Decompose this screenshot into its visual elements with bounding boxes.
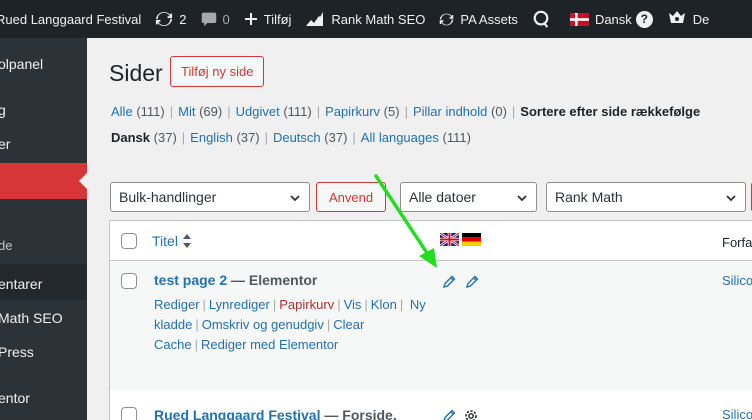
rankmath-icon bbox=[306, 12, 324, 26]
sidebar-item-comments[interactable]: entarer bbox=[0, 276, 87, 296]
avatar bbox=[668, 11, 685, 23]
action-trash[interactable]: Papirkurv bbox=[279, 297, 334, 312]
german-flag-icon bbox=[462, 233, 481, 246]
new-content-link[interactable]: Tilføj bbox=[237, 0, 299, 38]
filter-published[interactable]: Udgivet bbox=[236, 104, 280, 119]
lang-filter-danish[interactable]: Dansk bbox=[111, 130, 150, 145]
admin-bar: Rued Langgaard Festival 2 0 Tilføj Rank … bbox=[0, 0, 752, 38]
row-checkbox[interactable] bbox=[121, 273, 137, 289]
comments-link[interactable]: 0 bbox=[194, 0, 237, 38]
pencil-icon[interactable] bbox=[442, 409, 456, 420]
row-title-link[interactable]: Rued Langgaard Festival bbox=[154, 407, 320, 420]
sidebar-item-dashboard[interactable]: olpanel bbox=[0, 56, 87, 76]
pencil-icon[interactable] bbox=[442, 275, 456, 289]
plus-icon bbox=[244, 13, 257, 25]
row-actions: Rediger | Lynrediger | Papirkurv | Vis | Klon | N… bbox=[154, 297, 426, 352]
query-monitor-link[interactable] bbox=[525, 0, 563, 38]
site-name-link[interactable]: Rued Langgaard Festival bbox=[0, 0, 148, 38]
row-title: Rued Langgaard Festival — Forside, bbox=[154, 407, 397, 420]
sidebar-item-sub[interactable]: de bbox=[0, 238, 87, 258]
chevron-down-icon bbox=[517, 195, 527, 202]
sidebar-item-pages[interactable] bbox=[0, 163, 87, 199]
author-column-header[interactable]: Forfa bbox=[722, 235, 752, 250]
refresh-icon bbox=[440, 13, 454, 25]
title-column-header[interactable]: Titel bbox=[152, 233, 192, 249]
updates-count: 2 bbox=[179, 11, 187, 27]
site-name-label: Rued Langgaard Festival bbox=[0, 11, 142, 27]
sidebar-item-wpress[interactable]: Press bbox=[0, 344, 87, 364]
status-filters: Alle (111) | Mit (69) | Udgivet (111) | Papirk… bbox=[111, 104, 701, 119]
filter-mine[interactable]: Mit bbox=[178, 104, 195, 119]
filter-pillar[interactable]: Pillar indhold bbox=[413, 104, 487, 119]
filter-all[interactable]: Alle bbox=[111, 104, 133, 119]
lang-filter-german[interactable]: Deutsch bbox=[273, 130, 321, 145]
row-title: test page 2 — Elementor bbox=[154, 272, 317, 288]
sidebar-item-media[interactable]: er bbox=[0, 136, 87, 156]
row-post-state: — Elementor bbox=[231, 272, 318, 288]
rankmath-filter-select[interactable]: Rank Math bbox=[546, 182, 746, 212]
user-label: De bbox=[692, 11, 710, 27]
action-edit[interactable]: Rediger bbox=[154, 297, 200, 312]
admin-sidebar: olpanel g er de entarer Math SEO Press e… bbox=[0, 38, 87, 420]
table-header: Titel Forfa bbox=[110, 221, 752, 261]
add-new-page-button[interactable]: Tilføj ny side bbox=[170, 56, 265, 87]
updates-link[interactable]: 2 bbox=[148, 0, 193, 38]
danish-flag-icon bbox=[569, 12, 589, 26]
row-author-link[interactable]: Silico bbox=[722, 407, 752, 420]
new-content-label: Tilføj bbox=[263, 11, 292, 27]
page-title: Sider bbox=[109, 60, 163, 86]
language-switcher[interactable]: Dansk ? bbox=[563, 0, 660, 38]
chevron-down-icon bbox=[290, 195, 300, 202]
row-post-state: — Forside, bbox=[324, 407, 397, 420]
comments-count: 0 bbox=[222, 11, 230, 27]
sidebar-item-elementor[interactable]: entor bbox=[0, 390, 87, 410]
filter-trash[interactable]: Papirkurv bbox=[325, 104, 380, 119]
help-icon[interactable]: ? bbox=[635, 10, 653, 28]
language-filters: Dansk (37) | English (37) | Deutsch (37) | All… bbox=[111, 130, 471, 145]
sort-icon bbox=[182, 234, 191, 248]
dates-select[interactable]: Alle datoer bbox=[400, 182, 537, 212]
pa-assets-link[interactable]: PA Assets bbox=[432, 0, 525, 38]
table-row: Rued Langgaard Festival — Forside, Silic… bbox=[110, 390, 752, 420]
row-title-link[interactable]: test page 2 bbox=[154, 272, 227, 288]
gear-icon[interactable] bbox=[463, 408, 479, 420]
user-menu[interactable]: De bbox=[660, 0, 717, 38]
table-row: test page 2 — Elementor Rediger | Lynredig… bbox=[110, 262, 752, 390]
rankmath-label: Rank Math SEO bbox=[331, 11, 426, 27]
rankmath-link[interactable]: Rank Math SEO bbox=[298, 0, 432, 38]
main-content: Sider Tilføj ny side Alle (111) | Mit (69)… bbox=[87, 38, 752, 420]
pa-assets-label: PA Assets bbox=[460, 11, 518, 27]
filter-sort-order[interactable]: Sortere efter side rækkefølge bbox=[520, 104, 700, 119]
sidebar-item-posts[interactable]: g bbox=[0, 102, 87, 122]
select-all-checkbox[interactable] bbox=[121, 233, 137, 249]
query-monitor-icon bbox=[533, 10, 549, 28]
pencil-icon[interactable] bbox=[465, 275, 479, 289]
pages-table: Titel Forfa test page 2 — Elementor Redi… bbox=[109, 220, 752, 420]
action-quick-edit[interactable]: Lynrediger bbox=[209, 297, 270, 312]
action-rewrite-republish[interactable]: Omskriv og genudgiv bbox=[202, 317, 324, 332]
lang-filter-english[interactable]: English bbox=[190, 130, 233, 145]
action-edit-elementor[interactable]: Rediger med Elementor bbox=[201, 337, 338, 352]
action-view[interactable]: Vis bbox=[344, 297, 362, 312]
lang-filter-all[interactable]: All languages bbox=[361, 130, 439, 145]
updates-icon bbox=[156, 11, 173, 27]
uk-flag-icon bbox=[440, 233, 459, 246]
comment-icon bbox=[201, 12, 216, 27]
language-label: Dansk bbox=[594, 11, 632, 27]
chevron-down-icon bbox=[726, 195, 736, 202]
apply-button[interactable]: Anvend bbox=[316, 182, 387, 212]
row-author-link[interactable]: Silico bbox=[722, 273, 752, 288]
row-checkbox[interactable] bbox=[121, 407, 137, 420]
bulk-actions-select[interactable]: Bulk-handlinger bbox=[110, 182, 310, 212]
action-clone[interactable]: Klon bbox=[371, 297, 397, 312]
sidebar-item-rankmath[interactable]: Math SEO bbox=[0, 310, 87, 330]
